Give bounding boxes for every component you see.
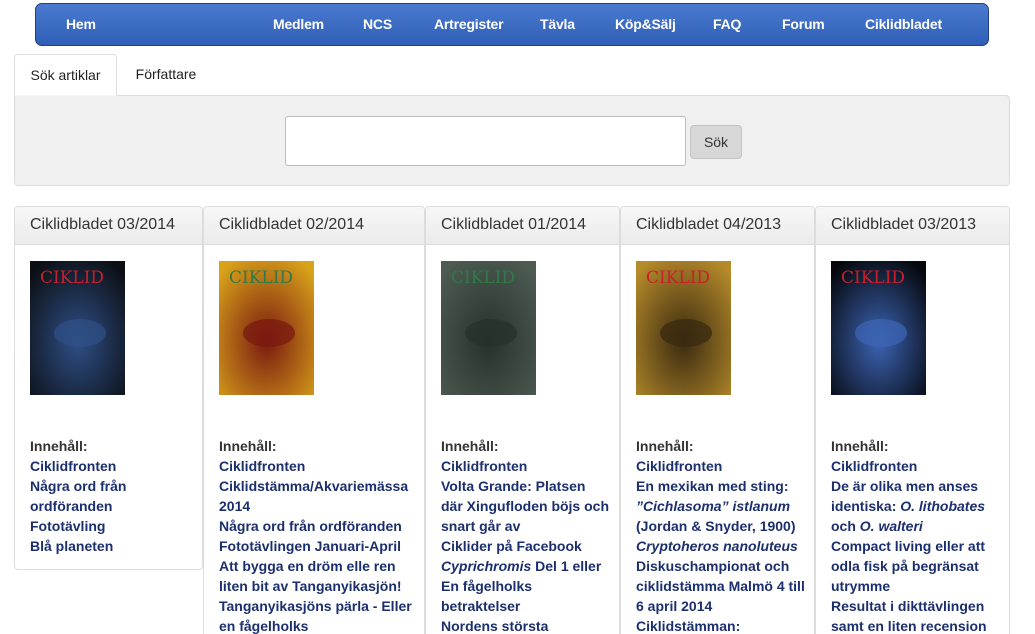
- fish-icon: [243, 319, 295, 347]
- fish-icon: [855, 319, 907, 347]
- article-link[interactable]: Fototävlingen Januari-April: [219, 536, 416, 556]
- cover-logo: CIKLID: [40, 268, 104, 288]
- article-link[interactable]: Ciklidstämma/Akvariemässa 2014: [219, 476, 416, 516]
- main-navbar: Hem Medlem NCS Artregister Tävla Köp&Säl…: [35, 3, 989, 46]
- cover-logo: CIKLID: [841, 268, 905, 288]
- article-link[interactable]: Compact living eller att odla fisk på be…: [831, 536, 1001, 596]
- article-link[interactable]: Cyprichromis Del 1 eller En fågelholks b…: [441, 556, 611, 616]
- article-link[interactable]: Ciklider på Facebook: [441, 536, 611, 556]
- issue-cover[interactable]: CIKLID: [441, 261, 536, 395]
- cover-logo: CIKLID: [451, 268, 515, 288]
- article-link[interactable]: Några ord från ordföranden: [219, 516, 416, 536]
- article-link[interactable]: Ciklidfronten: [30, 456, 194, 476]
- fish-icon: [660, 319, 712, 347]
- article-link[interactable]: Fototävling: [30, 516, 194, 536]
- issue-contents: Innehåll: Ciklidfronten Volta Grande: Plat…: [441, 436, 611, 634]
- nav-ncs[interactable]: NCS: [363, 4, 392, 45]
- cover-logo: CIKLID: [229, 268, 293, 288]
- nav-species-register[interactable]: Artregister: [434, 4, 504, 45]
- article-link[interactable]: Ciklidfronten: [441, 456, 611, 476]
- issue-card: Ciklidbladet 03/2013 CIKLID Innehåll: Cik…: [815, 206, 1010, 634]
- contents-label: Innehåll:: [219, 438, 277, 454]
- article-link[interactable]: Ciklidfronten: [831, 456, 1001, 476]
- issue-contents: Innehåll: Ciklidfronten En mexikan med sti…: [636, 436, 806, 634]
- issue-contents: Innehåll: Ciklidfronten Några ord från ord…: [30, 436, 194, 556]
- issue-card: Ciklidbladet 04/2013 CIKLID Innehåll: Cik…: [620, 206, 815, 634]
- nav-home[interactable]: Hem: [66, 4, 96, 45]
- cover-art: CIKLID: [636, 261, 731, 395]
- article-link[interactable]: Några ord från ordföranden: [30, 476, 194, 516]
- article-link[interactable]: Tanganyikasjöns pärla - Eller en fågelho…: [219, 596, 416, 634]
- article-link[interactable]: Resultat i dikttävlingen samt en liten r…: [831, 596, 1001, 634]
- cover-art: CIKLID: [831, 261, 926, 395]
- article-link[interactable]: En mexikan med sting: ”Cichlasoma” istla…: [636, 476, 806, 536]
- cover-art: CIKLID: [30, 261, 125, 395]
- article-link[interactable]: Ciklidstämman:: [636, 616, 806, 634]
- article-link[interactable]: De är olika men anses identiska: O. lith…: [831, 476, 1001, 536]
- issue-title[interactable]: Ciklidbladet 02/2014: [204, 207, 424, 245]
- article-link[interactable]: Cryptoheros nanoluteus: [636, 536, 806, 556]
- nav-member[interactable]: Medlem: [273, 4, 324, 45]
- contents-label: Innehåll:: [636, 438, 694, 454]
- article-link[interactable]: Ciklidfronten: [636, 456, 806, 476]
- fish-icon: [465, 319, 517, 347]
- nav-forum[interactable]: Forum: [782, 4, 825, 45]
- contents-label: Innehåll:: [30, 438, 88, 454]
- issue-cover[interactable]: CIKLID: [30, 261, 125, 395]
- issue-cover[interactable]: CIKLID: [219, 261, 314, 395]
- contents-label: Innehåll:: [831, 438, 889, 454]
- cover-logo: CIKLID: [646, 268, 710, 288]
- article-link[interactable]: Nordens största: [441, 616, 611, 634]
- contents-label: Innehåll:: [441, 438, 499, 454]
- article-link[interactable]: Blå planeten: [30, 536, 194, 556]
- issue-card: Ciklidbladet 02/2014 CIKLID Innehåll: Cik…: [203, 206, 425, 634]
- issue-cover[interactable]: CIKLID: [636, 261, 731, 395]
- fish-icon: [54, 319, 106, 347]
- issue-title[interactable]: Ciklidbladet 01/2014: [426, 207, 619, 245]
- article-link[interactable]: Att bygga en dröm elle ren liten bit av …: [219, 556, 416, 596]
- cover-art: CIKLID: [441, 261, 536, 395]
- issue-card: Ciklidbladet 03/2014 CIKLID Innehåll: Cik…: [14, 206, 203, 570]
- search-button[interactable]: Sök: [690, 125, 742, 159]
- issue-title[interactable]: Ciklidbladet 04/2013: [621, 207, 814, 245]
- issue-title[interactable]: Ciklidbladet 03/2013: [816, 207, 1009, 245]
- tab-authors[interactable]: Författare: [126, 54, 206, 96]
- search-panel: Sök: [14, 95, 1010, 186]
- nav-faq[interactable]: FAQ: [713, 4, 741, 45]
- nav-compete[interactable]: Tävla: [540, 4, 575, 45]
- article-link[interactable]: Diskuschampionat och ciklidstämma Malmö …: [636, 556, 806, 616]
- issue-contents: Innehåll: Ciklidfronten Ciklidstämma/Akvar…: [219, 436, 416, 634]
- issue-cover[interactable]: CIKLID: [831, 261, 926, 395]
- issue-title[interactable]: Ciklidbladet 03/2014: [15, 207, 202, 245]
- cover-art: CIKLID: [219, 261, 314, 395]
- search-input[interactable]: [285, 116, 686, 166]
- article-link[interactable]: Volta Grande: Platsen där Xingufloden bö…: [441, 476, 611, 536]
- issue-card: Ciklidbladet 01/2014 CIKLID Innehåll: Cik…: [425, 206, 620, 634]
- nav-buy-sell[interactable]: Köp&Sälj: [615, 4, 676, 45]
- nav-ciklidbladet[interactable]: Ciklidbladet: [865, 4, 942, 45]
- article-link[interactable]: Ciklidfronten: [219, 456, 416, 476]
- issue-contents: Innehåll: Ciklidfronten De är olika men an…: [831, 436, 1001, 634]
- tab-search-articles[interactable]: Sök artiklar: [14, 54, 117, 96]
